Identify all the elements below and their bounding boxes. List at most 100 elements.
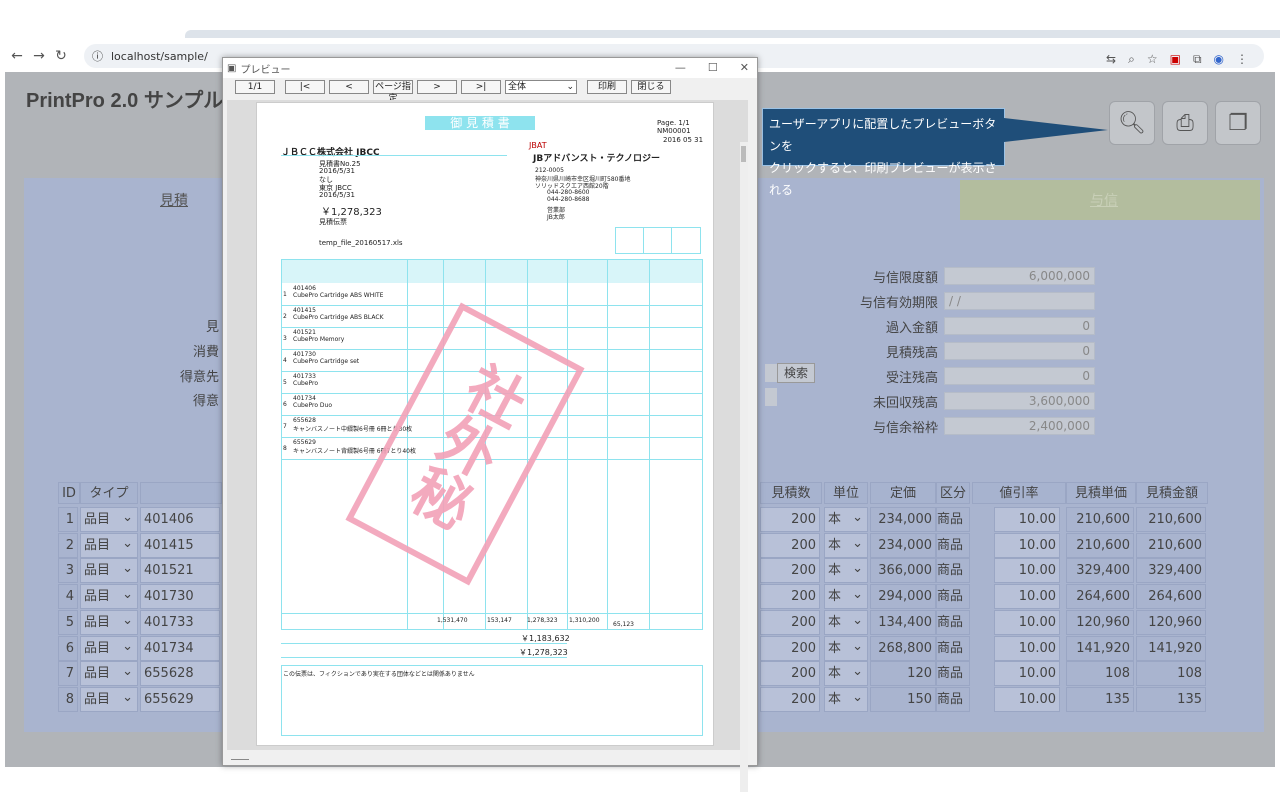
doc-customer: ＪＢＣＣ株式会社 JBCC xyxy=(281,148,380,158)
overpayment-field[interactable]: 0 xyxy=(944,317,1095,335)
field-label: 過入金額 xyxy=(885,320,938,336)
code-input[interactable]: 401521 xyxy=(140,558,220,584)
code-input[interactable]: 401730 xyxy=(140,584,220,610)
extensions-icon[interactable]: ⧉ xyxy=(1193,52,1202,67)
preview-scrollbar[interactable] xyxy=(740,142,748,792)
type-select[interactable]: 品目 ⌄ xyxy=(80,532,138,558)
unit-price: 135 xyxy=(1066,686,1134,712)
translate-icon[interactable]: ⇆ xyxy=(1106,52,1116,67)
qty-input[interactable]: 200 xyxy=(760,532,820,558)
code-input[interactable]: 655629 xyxy=(140,686,220,712)
qty-input[interactable]: 200 xyxy=(760,609,820,635)
prev-page-button[interactable]: < xyxy=(329,80,369,94)
menu-icon[interactable]: ⋮ xyxy=(1236,52,1248,67)
star-icon[interactable]: ☆ xyxy=(1147,52,1158,67)
active-tab[interactable] xyxy=(185,30,1280,38)
unit-select[interactable]: 本 ⌄ xyxy=(824,532,868,558)
last-page-button[interactable]: >| xyxy=(461,80,501,94)
order-balance-field[interactable]: 0 xyxy=(944,367,1095,385)
forward-icon[interactable]: → xyxy=(28,45,50,67)
unit-select[interactable]: 本 ⌄ xyxy=(824,584,868,610)
doc-estno: NM00001 xyxy=(657,127,691,135)
qty-input[interactable]: 200 xyxy=(760,686,820,712)
credit-limit-field[interactable]: 6,000,000 xyxy=(944,267,1095,285)
discount-input[interactable]: 10.00 xyxy=(994,507,1060,532)
unit-select[interactable]: 本 ⌄ xyxy=(824,507,868,532)
discount-input[interactable]: 10.00 xyxy=(994,584,1060,610)
col-header-discount: 値引率 xyxy=(972,482,1066,504)
search-button[interactable]: 検索 xyxy=(777,363,815,383)
unit-select[interactable]: 本 ⌄ xyxy=(824,686,868,712)
credit-margin-field[interactable]: 2,400,000 xyxy=(944,417,1095,435)
zoom-icon[interactable]: ⌕ xyxy=(1128,52,1135,67)
type-select[interactable]: 品目 ⌄ xyxy=(80,584,138,610)
print-preview-button[interactable]: 印刷 xyxy=(587,80,627,94)
chevron-down-icon: ⌄ xyxy=(122,689,133,705)
pdf-icon[interactable]: ▣ xyxy=(1170,52,1181,67)
row-id: 2 xyxy=(58,532,78,558)
credit-expiry-field[interactable]: / / xyxy=(944,292,1095,310)
page-select-button[interactable]: ページ指定 xyxy=(373,80,413,104)
type-select[interactable]: 品目 ⌄ xyxy=(80,609,138,635)
chevron-down-icon: ⌄ xyxy=(122,510,133,525)
list-price: 234,000 xyxy=(870,507,936,532)
next-page-button[interactable]: > xyxy=(417,80,457,94)
discount-input[interactable]: 10.00 xyxy=(994,686,1060,712)
type-select[interactable]: 品目 ⌄ xyxy=(80,635,138,661)
preview-button[interactable]: 🔍︎ xyxy=(1109,101,1155,145)
zoom-select[interactable]: 全体 ⌄ xyxy=(505,80,577,94)
discount-input[interactable]: 10.00 xyxy=(994,609,1060,635)
uncollected-field[interactable]: 3,600,000 xyxy=(944,392,1095,410)
class-cell: 商品 xyxy=(936,558,970,584)
profile-icon[interactable]: ◉ xyxy=(1214,52,1224,67)
estimate-balance-field[interactable]: 0 xyxy=(944,342,1095,360)
close-preview-button[interactable]: 閉じる xyxy=(631,80,671,94)
discount-input[interactable]: 10.00 xyxy=(994,661,1060,687)
unit-select[interactable]: 本 ⌄ xyxy=(824,558,868,584)
print-button[interactable]: ⎙ xyxy=(1162,101,1208,145)
discount-input[interactable]: 10.00 xyxy=(994,558,1060,584)
scroll-thumb[interactable] xyxy=(741,146,746,162)
back-icon[interactable]: ← xyxy=(6,45,28,67)
code-input[interactable]: 401734 xyxy=(140,635,220,661)
screens-button[interactable]: ❐ xyxy=(1215,101,1261,145)
doc-item-no: 3 xyxy=(283,335,287,342)
qty-input[interactable]: 200 xyxy=(760,584,820,610)
qty-input[interactable]: 200 xyxy=(760,558,820,584)
col-header-price: 定価 xyxy=(870,482,936,504)
code-input[interactable]: 401415 xyxy=(140,532,220,558)
discount-input[interactable]: 10.00 xyxy=(994,635,1060,661)
row-id: 4 xyxy=(58,584,78,610)
customer-name-input[interactable] xyxy=(765,388,777,406)
chevron-down-icon: ⌄ xyxy=(852,587,863,603)
close-icon[interactable]: ✕ xyxy=(740,61,749,74)
type-select[interactable]: 品目 ⌄ xyxy=(80,661,138,687)
qty-input[interactable]: 200 xyxy=(760,507,820,532)
maximize-icon[interactable]: ☐ xyxy=(708,61,718,74)
left-label-4: 得意 xyxy=(193,394,220,409)
code-input[interactable]: 401733 xyxy=(140,609,220,635)
doc-note: 見積伝票 xyxy=(319,218,347,226)
minimize-icon[interactable]: — xyxy=(675,61,686,74)
type-select[interactable]: 品目 ⌄ xyxy=(80,507,138,532)
discount-input[interactable]: 10.00 xyxy=(994,532,1060,558)
code-input[interactable]: 401406 xyxy=(140,507,220,532)
type-select[interactable]: 品目 ⌄ xyxy=(80,686,138,712)
unit-select[interactable]: 本 ⌄ xyxy=(824,609,868,635)
reload-icon[interactable]: ↻ xyxy=(50,45,72,67)
tab-estimate[interactable]: 見積 xyxy=(160,190,188,210)
type-select[interactable]: 品目 ⌄ xyxy=(80,558,138,584)
tab-credit-area[interactable]: 与信 xyxy=(960,180,1260,220)
preview-toolbar: 1/1 |< < ページ指定 > >| 全体 ⌄ 印刷 閉じる xyxy=(235,80,671,104)
customer-input[interactable] xyxy=(765,364,777,382)
qty-input[interactable]: 200 xyxy=(760,635,820,661)
doc-item-code: 401730 xyxy=(293,351,316,358)
first-page-button[interactable]: |< xyxy=(285,80,325,94)
qty-input[interactable]: 200 xyxy=(760,661,820,687)
unit-select[interactable]: 本 ⌄ xyxy=(824,661,868,687)
doc-total-4: 1,310,200 xyxy=(569,617,600,624)
credit-margin-row: 与信余裕枠 2,400,000 xyxy=(850,416,1095,436)
class-cell: 商品 xyxy=(936,609,970,635)
code-input[interactable]: 655628 xyxy=(140,661,220,687)
unit-select[interactable]: 本 ⌄ xyxy=(824,635,868,661)
